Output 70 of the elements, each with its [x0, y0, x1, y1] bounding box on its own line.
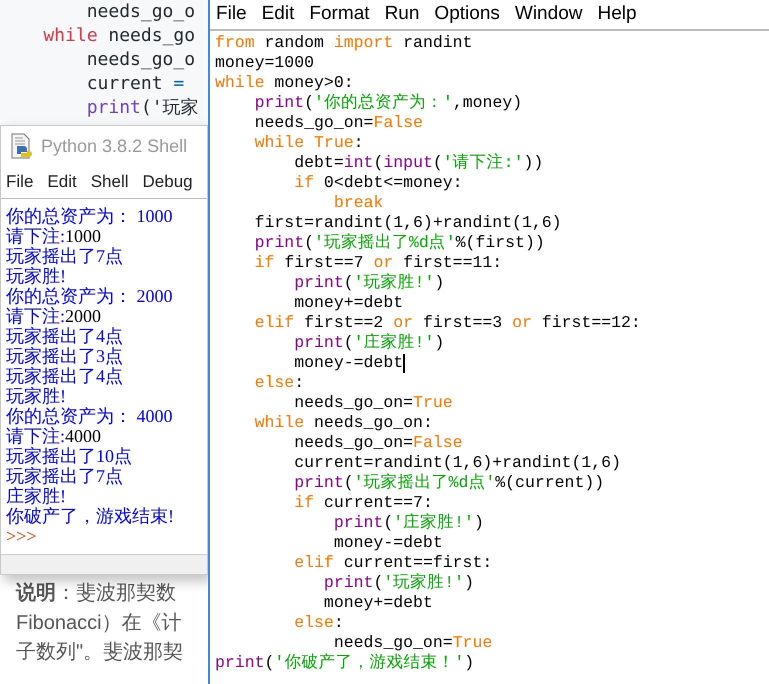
code-line: elif current==first:	[293, 553, 492, 573]
code-line: if first==7 or first==11:	[254, 253, 502, 273]
code-line: else:	[254, 373, 304, 393]
output-line: 玩家摇出了4点	[6, 326, 124, 346]
code-line: if current==7:	[293, 493, 433, 513]
output-line: 玩家摇出了3点	[6, 346, 124, 366]
menu-item[interactable]: Run	[384, 0, 420, 29]
output-line: 你破产了，游戏结束!	[6, 506, 175, 526]
output-line: 玩家摇出了10点	[6, 446, 133, 466]
code-line: needs_go_on=False	[293, 433, 463, 453]
article-text: Fibonacci）在《计	[16, 610, 183, 636]
menu-item[interactable]: Format	[309, 0, 370, 29]
output-line: 请下注:1000	[6, 226, 102, 246]
output-line: 玩家摇出了4点	[6, 366, 124, 386]
code-line: money=1000	[215, 53, 314, 73]
code-line: print('你破产了，游戏结束！')	[215, 653, 474, 673]
menu-item[interactable]: File	[216, 0, 247, 29]
code-line: money+=debt	[293, 293, 404, 313]
code-line: print('玩家摇出了%d点'%(current))	[293, 473, 604, 493]
code-line: print('庄家胜!')	[293, 333, 444, 353]
output-line: 玩家胜!	[6, 266, 67, 286]
output-line: 庄家胜!	[6, 486, 67, 506]
output-line: 你的总资产为： 2000	[6, 286, 174, 306]
output-line: 玩家胜!	[6, 386, 67, 406]
code-line: while needs_go	[42, 24, 196, 48]
code-line: from random import randint	[215, 33, 472, 53]
menu-item[interactable]: File	[6, 169, 34, 195]
shell-prompt: >>>	[6, 526, 38, 546]
code-line: break	[332, 193, 384, 213]
code-line: print('玩家胜!')	[322, 573, 474, 593]
code-line: print('玩家胜!')	[293, 273, 444, 293]
code-line: elif first==2 or first==3 or first==12:	[254, 313, 641, 333]
code-line: print('庄家胜!')	[332, 513, 484, 533]
code-line: print('玩家摇出了%d点'%(first))	[254, 233, 545, 253]
output-line: 你的总资产为： 1000	[6, 206, 174, 226]
article-text: 子数列"。斐波那契	[16, 640, 184, 665]
code-line: while money>0:	[215, 73, 354, 93]
code-line: needs_go_on=True	[293, 393, 453, 413]
menu-item[interactable]: Shell	[90, 169, 129, 195]
code-line: while True:	[254, 133, 364, 153]
code-line: first=randint(1,6)+randint(1,6)	[254, 213, 562, 233]
code-line: print('你的总资产为：',money)	[254, 93, 522, 113]
menu-item[interactable]: Debug	[142, 169, 193, 195]
code-line: current =	[86, 72, 186, 96]
code-line: else:	[293, 613, 344, 633]
menu-item[interactable]: Edit	[47, 169, 77, 195]
code-line: money-=debt	[293, 353, 404, 373]
code-line: print('玩家	[86, 96, 200, 120]
menu-item[interactable]: Window	[514, 0, 582, 29]
output-line: 请下注:4000	[6, 426, 102, 446]
code-line: needs_go_on=False	[254, 113, 423, 133]
code-line: if 0<debt<=money:	[293, 173, 463, 193]
output-line: 请下注:2000	[6, 306, 102, 326]
menu-item[interactable]: Edit	[262, 0, 294, 29]
code-line: needs_go_on=True	[332, 633, 492, 653]
code-line: money-=debt	[332, 533, 443, 553]
document-snake-icon	[9, 133, 33, 159]
code-line: needs_go_o	[86, 48, 196, 72]
code-line: current=randint(1,6)+randint(1,6)	[293, 453, 621, 473]
code-line: money+=debt	[322, 593, 433, 613]
code-line: debt=int(input('请下注:'))	[293, 153, 544, 173]
output-line: 你的总资产为： 4000	[6, 406, 174, 426]
output-line: 玩家摇出了7点	[6, 466, 124, 486]
menu-item[interactable]: Options	[434, 0, 500, 29]
window-title: Python 3.8.2 Shell	[41, 134, 188, 158]
code-line: needs_go_o	[86, 0, 196, 24]
output-line: 玩家摇出了7点	[6, 246, 124, 266]
menu-item[interactable]: Help	[597, 0, 637, 29]
article-text: 说明：斐波那契数	[16, 581, 177, 606]
code-line: while needs_go_on:	[254, 413, 433, 433]
